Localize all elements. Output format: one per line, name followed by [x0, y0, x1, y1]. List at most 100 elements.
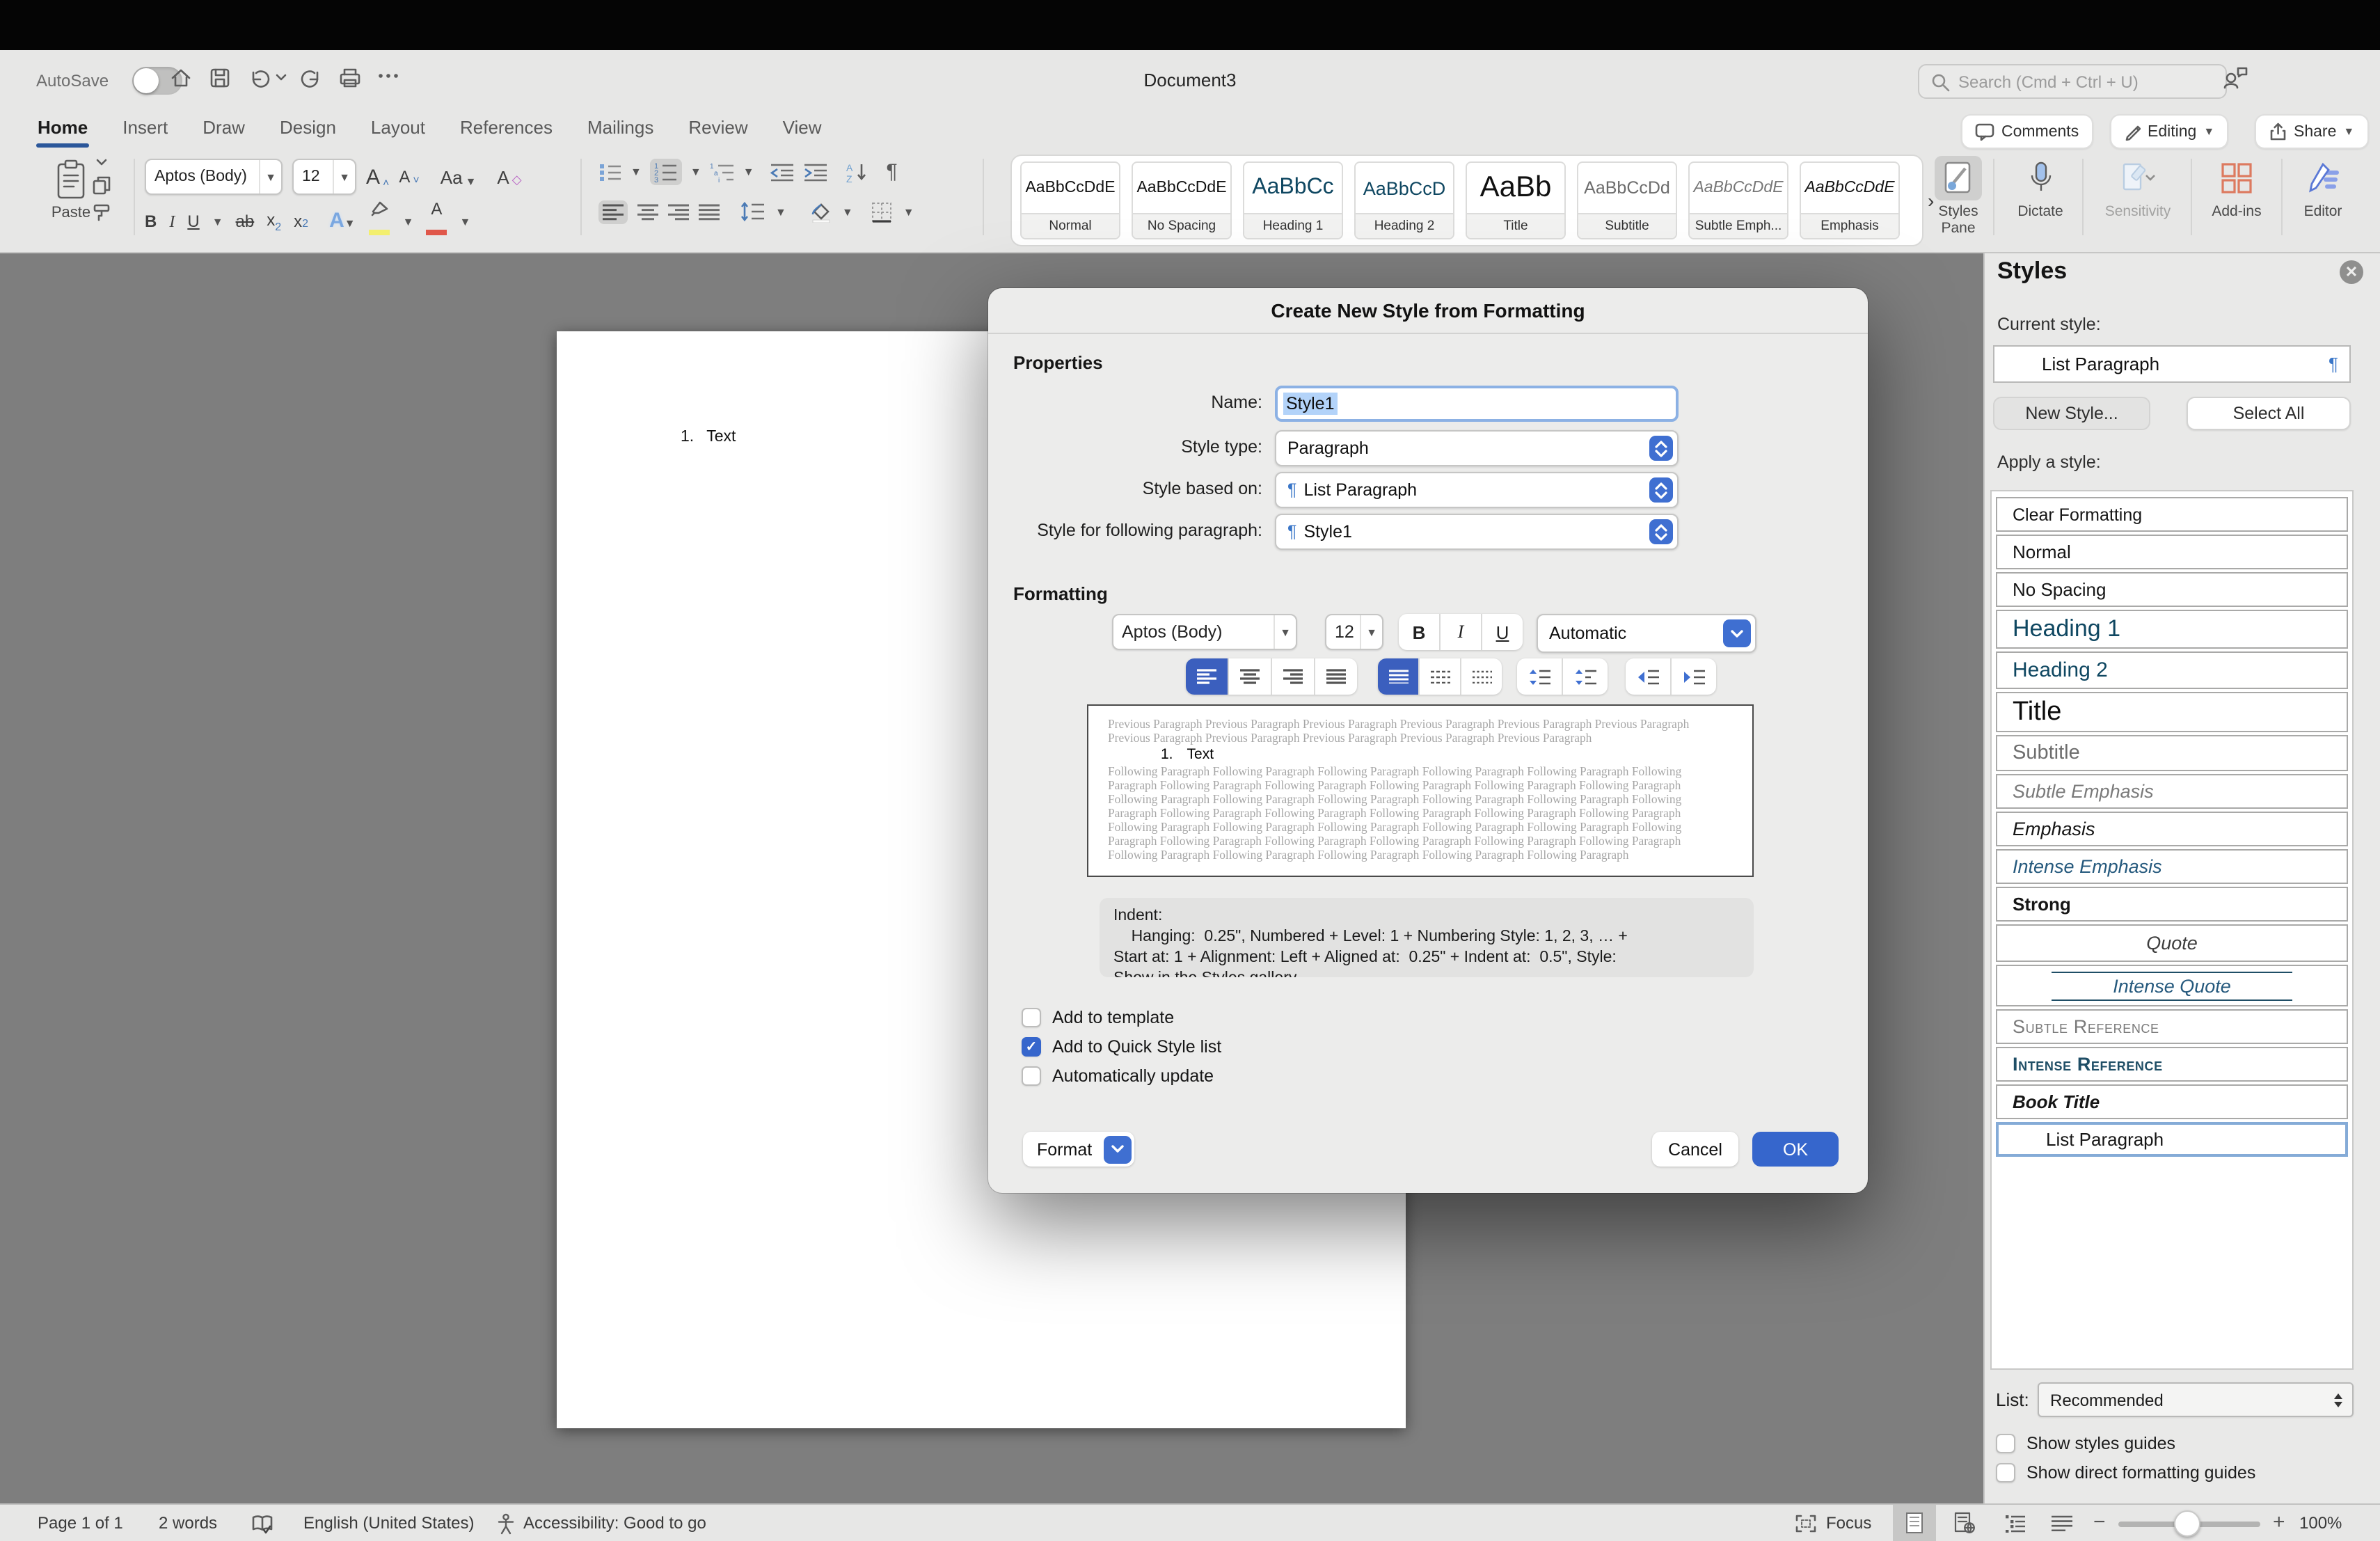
styles-pane-button[interactable]: StylesPane	[1923, 156, 1993, 237]
web-layout-view-button[interactable]	[1943, 1505, 1986, 1541]
zoom-in-button[interactable]: +	[2273, 1510, 2285, 1534]
style-type-dropdown[interactable]: Paragraph	[1275, 430, 1679, 466]
style-item-book-title[interactable]: Book Title	[1996, 1084, 2348, 1119]
highlight-button[interactable]	[368, 200, 390, 242]
style-name-input[interactable]: Style1	[1275, 386, 1679, 422]
share-button[interactable]: Share ▼	[2255, 114, 2368, 149]
tab-references[interactable]: References	[460, 117, 553, 138]
dialog-checkbox-add-to-quick-style-list[interactable]: ✓Add to Quick Style list	[1022, 1037, 1221, 1057]
dialog-space-before-button[interactable]	[1517, 658, 1563, 695]
gallery-style-subtle-emph-[interactable]: AaBbCcDdESubtle Emph...	[1688, 161, 1788, 239]
decrease-indent-icon[interactable]	[770, 162, 795, 182]
style-item-normal[interactable]: Normal	[1996, 535, 2348, 569]
share-people-icon[interactable]	[2221, 65, 2249, 90]
tab-mailings[interactable]: Mailings	[587, 117, 653, 138]
dialog-decrease-indent-button[interactable]	[1626, 658, 1672, 695]
sort-icon[interactable]: AZ	[845, 161, 868, 182]
tab-home[interactable]: Home	[38, 117, 88, 138]
language-selector[interactable]: English (United States)	[303, 1513, 474, 1533]
dialog-bold-button[interactable]: B	[1399, 614, 1441, 650]
format-painter-icon[interactable]	[92, 203, 111, 221]
page-count[interactable]: Page 1 of 1	[38, 1513, 123, 1533]
align-center-icon[interactable]	[637, 203, 658, 221]
strikethrough-button[interactable]: ab	[236, 212, 255, 231]
gallery-style-no-spacing[interactable]: AaBbCcDdENo Spacing	[1132, 161, 1232, 239]
editing-mode-button[interactable]: Editing ▼	[2110, 114, 2228, 149]
tab-layout[interactable]: Layout	[371, 117, 425, 138]
font-name-combo[interactable]: Aptos (Body)▼	[145, 159, 283, 195]
cancel-button[interactable]: Cancel	[1652, 1132, 1738, 1167]
dialog-checkbox-add-to-template[interactable]: Add to template	[1022, 1008, 1221, 1027]
style-item-quote[interactable]: Quote	[1996, 924, 2348, 962]
numbered-list-icon-selected[interactable]: 123	[650, 159, 682, 185]
tab-draw[interactable]: Draw	[203, 117, 245, 138]
dialog-underline-button[interactable]: U	[1482, 614, 1523, 650]
chevron-down-icon[interactable]: ▼	[903, 205, 914, 218]
chevron-down-icon[interactable]: ▼	[403, 215, 414, 228]
tab-view[interactable]: View	[783, 117, 822, 138]
underline-chevron-icon[interactable]: ▼	[212, 215, 223, 228]
style-item-list-paragraph[interactable]: List Paragraph	[1996, 1122, 2348, 1157]
spellcheck-icon[interactable]	[251, 1513, 274, 1534]
dialog-checkbox-automatically-update[interactable]: Automatically update	[1022, 1066, 1221, 1086]
style-item-subtle-reference[interactable]: Subtle Reference	[1996, 1009, 2348, 1044]
font-color-button[interactable]: A	[426, 201, 447, 242]
clear-formatting-button[interactable]: A◇	[497, 166, 521, 187]
focus-label[interactable]: Focus	[1826, 1513, 1871, 1533]
chevron-down-icon[interactable]: ▼	[459, 215, 470, 228]
dialog-double-spacing[interactable]	[1461, 658, 1502, 695]
chevron-down-icon[interactable]: ▼	[630, 166, 642, 178]
shading-bucket-icon[interactable]	[807, 201, 832, 222]
style-item-intense-emphasis[interactable]: Intense Emphasis	[1996, 849, 2348, 884]
bullets-icon[interactable]	[598, 161, 622, 182]
dialog-italic-button[interactable]: I	[1441, 614, 1482, 650]
underline-button[interactable]: U	[187, 212, 199, 231]
outline-view-button[interactable]	[1993, 1505, 2036, 1541]
superscript-button[interactable]: x2	[294, 212, 308, 231]
text-effects-button[interactable]: A▼	[329, 209, 356, 234]
pane-checkbox-show-direct-formatting-guides[interactable]: Show direct formatting guides	[1996, 1463, 2255, 1483]
dialog-align-right[interactable]	[1272, 658, 1315, 695]
style-item-heading-1[interactable]: Heading 1	[1996, 610, 2348, 649]
gallery-style-subtitle[interactable]: AaBbCcDdSubtitle	[1577, 161, 1677, 239]
focus-icon[interactable]	[1795, 1515, 1816, 1533]
style-item-emphasis[interactable]: Emphasis	[1996, 812, 2348, 846]
paste-chevron-icon[interactable]	[96, 159, 107, 167]
tab-review[interactable]: Review	[688, 117, 747, 138]
draft-view-button[interactable]	[2040, 1505, 2084, 1541]
pilcrow-icon[interactable]: ¶	[887, 160, 898, 184]
gallery-style-heading-2[interactable]: AaBbCcDHeading 2	[1354, 161, 1454, 239]
chevron-down-icon[interactable]: ▼	[743, 166, 754, 178]
borders-icon[interactable]	[871, 201, 894, 222]
word-count[interactable]: 2 words	[159, 1513, 217, 1533]
dictate-button[interactable]: Dictate	[2001, 156, 2079, 220]
align-left-icon-selected[interactable]	[598, 200, 628, 223]
chevron-down-icon[interactable]: ▼	[775, 205, 786, 218]
style-item-no-spacing[interactable]: No Spacing	[1996, 572, 2348, 607]
justify-icon[interactable]	[699, 203, 720, 221]
multilevel-list-icon[interactable]: 1ai	[710, 161, 735, 182]
style-item-strong[interactable]: Strong	[1996, 887, 2348, 922]
comments-button[interactable]: Comments	[1961, 114, 2093, 149]
paste-button[interactable]: Paste	[47, 159, 95, 221]
following-paragraph-dropdown[interactable]: ¶ Style1	[1275, 514, 1679, 550]
style-item-intense-quote[interactable]: Intense Quote	[1996, 965, 2348, 1006]
dialog-font-name-combo[interactable]: Aptos (Body)▼	[1112, 614, 1297, 650]
dialog-increase-indent-button[interactable]	[1672, 658, 1716, 695]
shrink-font-button[interactable]: A˅	[399, 167, 419, 187]
dialog-font-size-combo[interactable]: 12▼	[1325, 614, 1383, 650]
close-icon[interactable]: ✕	[2340, 260, 2363, 284]
style-item-title[interactable]: Title	[1996, 692, 2348, 732]
zoom-percent[interactable]: 100%	[2299, 1513, 2342, 1533]
chevron-down-icon[interactable]: ▼	[842, 205, 853, 218]
format-dropdown-button[interactable]: Format	[1023, 1132, 1134, 1167]
numbered-list-item[interactable]: 1. Text	[681, 429, 736, 445]
tab-design[interactable]: Design	[280, 117, 336, 138]
dialog-single-spacing-selected[interactable]	[1378, 658, 1420, 695]
list-filter-dropdown[interactable]: Recommended	[2038, 1382, 2354, 1417]
dialog-align-left-selected[interactable]	[1186, 658, 1229, 695]
editor-button[interactable]: Editor	[2285, 156, 2361, 220]
italic-button[interactable]: I	[169, 211, 175, 232]
subscript-button[interactable]: x2	[267, 210, 281, 233]
style-item-subtitle[interactable]: Subtitle	[1996, 735, 2348, 771]
